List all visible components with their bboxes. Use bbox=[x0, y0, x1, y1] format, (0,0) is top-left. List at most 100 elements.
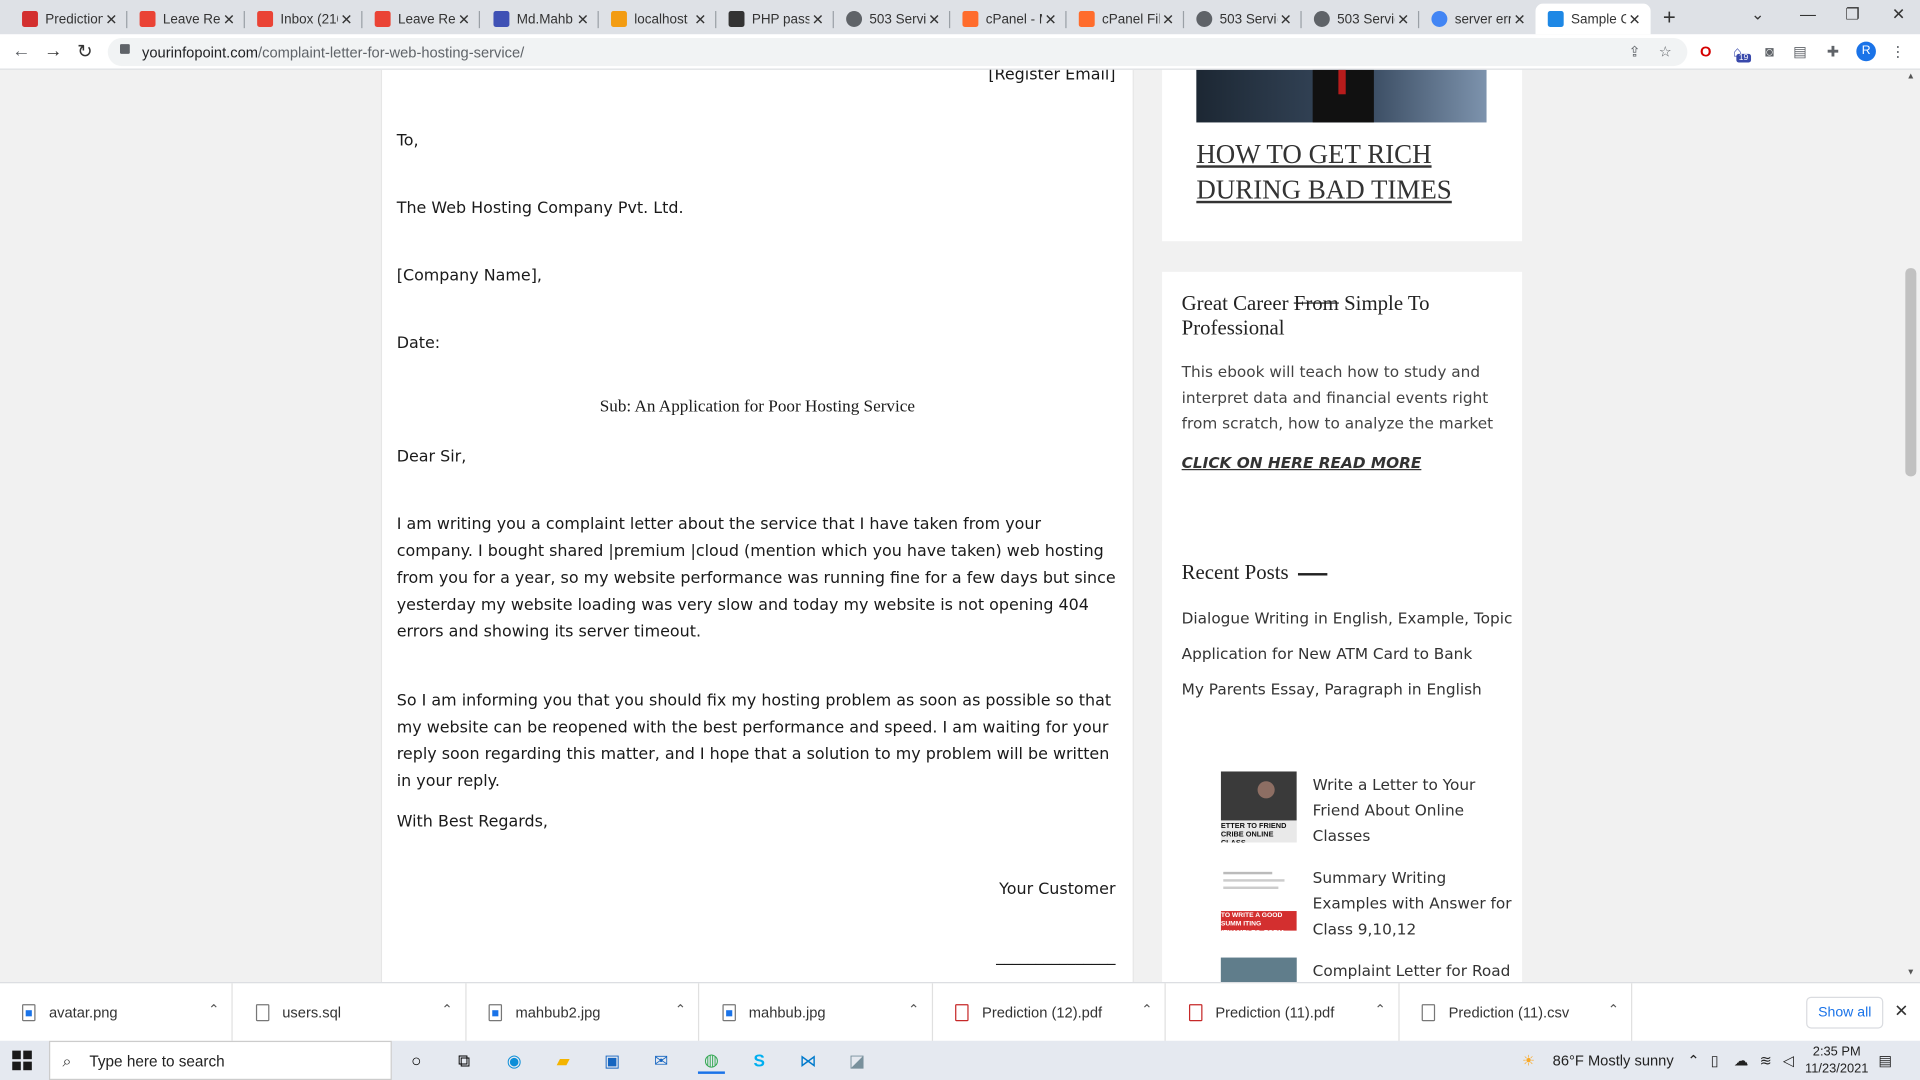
thumbnail-post-title[interactable]: Complaint Letter for Road bbox=[1313, 958, 1515, 982]
letter-to: To, bbox=[396, 132, 419, 151]
browser-tab[interactable]: Prediction ✕ bbox=[10, 4, 128, 35]
browser-tab[interactable]: Leave Req✕ bbox=[362, 4, 481, 35]
weather-text[interactable]: 86°F Mostly sunny bbox=[1553, 1052, 1674, 1069]
generic-app-icon[interactable]: ◪ bbox=[844, 1047, 871, 1074]
browser-tab[interactable]: 503 Servic✕ bbox=[1302, 4, 1420, 35]
tab-search-icon[interactable]: ⌄ bbox=[1751, 5, 1764, 25]
close-tab-icon[interactable]: ✕ bbox=[574, 10, 591, 27]
onedrive-icon[interactable]: ☁ bbox=[1734, 1052, 1749, 1069]
close-tab-icon[interactable]: ✕ bbox=[103, 10, 120, 27]
close-tab-icon[interactable]: ✕ bbox=[1626, 10, 1643, 27]
share-icon[interactable]: ⇪ bbox=[1626, 43, 1643, 60]
scrollbar-thumb[interactable] bbox=[1905, 268, 1917, 477]
close-tab-icon[interactable]: ✕ bbox=[809, 10, 826, 27]
minimize-button[interactable]: — bbox=[1800, 5, 1816, 23]
browser-tab[interactable]: cPanel - M✕ bbox=[950, 4, 1067, 35]
close-tab-icon[interactable]: ✕ bbox=[220, 10, 237, 27]
maximize-button[interactable]: ❐ bbox=[1845, 5, 1859, 25]
download-item[interactable]: users.sql ⌃ bbox=[233, 983, 466, 1043]
back-icon[interactable]: ← bbox=[12, 40, 30, 61]
opera-extension-icon[interactable]: O bbox=[1697, 43, 1714, 60]
chrome-icon[interactable]: ◍ bbox=[697, 1047, 725, 1074]
url-text[interactable]: yourinfopoint.com/complaint-letter-for-w… bbox=[142, 44, 524, 61]
close-tab-icon[interactable]: ✕ bbox=[456, 10, 473, 27]
thumbnail-posts-card: ETTER TO FRIEND CRIBE ONLINE CLASS Write… bbox=[1162, 718, 1523, 983]
close-tab-icon[interactable]: ✕ bbox=[1042, 10, 1059, 27]
browser-tab[interactable]: 503 Servic✕ bbox=[834, 4, 951, 35]
close-downloads-bar-icon[interactable]: ✕ bbox=[1894, 1000, 1908, 1021]
recent-post-link[interactable]: Application for New ATM Card to Bank bbox=[1182, 644, 1473, 662]
browser-tab[interactable]: cPanel File✕ bbox=[1067, 4, 1185, 35]
menu-kebab-icon[interactable]: ⋮ bbox=[1889, 43, 1906, 60]
bookmark-star-icon[interactable]: ☆ bbox=[1657, 43, 1674, 60]
close-tab-icon[interactable]: ✕ bbox=[692, 10, 709, 27]
book-cover-image bbox=[1196, 69, 1487, 123]
reload-icon[interactable]: ↻ bbox=[77, 40, 92, 63]
tray-device-icon[interactable]: ▯ bbox=[1711, 1052, 1719, 1069]
download-options-chevron-icon[interactable]: ⌃ bbox=[1608, 1002, 1619, 1018]
mail-icon[interactable]: ✉ bbox=[648, 1047, 675, 1074]
thumbnail-post[interactable]: ETTER TO FRIEND CRIBE ONLINE CLASS Write… bbox=[1220, 771, 1515, 848]
website-icon bbox=[1547, 11, 1564, 27]
puzzle-extensions-icon[interactable]: ✚ bbox=[1825, 43, 1842, 60]
recent-post-link[interactable]: Dialogue Writing in English, Example, To… bbox=[1182, 609, 1513, 627]
thumbnail-post-title[interactable]: Summary Writing Examples with Answer for… bbox=[1313, 864, 1515, 941]
taskbar-clock[interactable]: 2:35 PM 11/23/2021 bbox=[1800, 1043, 1873, 1077]
download-item[interactable]: avatar.png ⌃ bbox=[0, 983, 233, 1043]
vscode-icon[interactable]: ⋈ bbox=[795, 1047, 822, 1074]
browser-tab[interactable]: Md.Mahb ✕ bbox=[481, 4, 599, 35]
close-tab-icon[interactable]: ✕ bbox=[338, 10, 355, 27]
microsoft-store-icon[interactable]: ▣ bbox=[599, 1047, 626, 1074]
task-view-icon[interactable]: ⧉ bbox=[451, 1047, 478, 1074]
download-options-chevron-icon[interactable]: ⌃ bbox=[441, 1002, 452, 1018]
new-tab-button[interactable]: + bbox=[1663, 5, 1676, 31]
edge-browser-icon[interactable]: ◉ bbox=[501, 1047, 528, 1074]
show-all-downloads-button[interactable]: Show all bbox=[1806, 996, 1884, 1029]
thumbnail-post[interactable]: Complaint Letter for Road bbox=[1220, 957, 1515, 983]
close-tab-icon[interactable]: ✕ bbox=[1511, 10, 1528, 27]
file-explorer-icon[interactable]: ▰ bbox=[550, 1047, 577, 1074]
downloads-bar: Show all ✕ avatar.png ⌃ users.sql ⌃ mahbub2.… bbox=[0, 982, 1920, 1043]
close-tab-icon[interactable]: ✕ bbox=[1277, 10, 1294, 27]
download-item[interactable]: mahbub2.jpg ⌃ bbox=[467, 983, 700, 1043]
download-item[interactable]: Prediction (11).csv ⌃ bbox=[1400, 983, 1633, 1043]
browser-tab[interactable]: 503 Servic✕ bbox=[1184, 4, 1302, 35]
read-more-link[interactable]: CLICK ON HERE READ MORE bbox=[1182, 453, 1422, 471]
browser-tab[interactable]: Inbox (210 ✕ bbox=[245, 4, 363, 35]
page-scrollbar[interactable]: ▲ ▼ bbox=[1901, 69, 1920, 983]
close-tab-icon[interactable]: ✕ bbox=[1395, 10, 1412, 27]
thumbnail-post[interactable]: TO WRITE A GOOD SUMM ITING (EXAMPLES, FO… bbox=[1220, 864, 1515, 941]
clipboard-extension-icon[interactable]: ▤ bbox=[1791, 43, 1808, 60]
close-tab-icon[interactable]: ✕ bbox=[1160, 10, 1177, 27]
browser-tab[interactable]: Leave Req✕ bbox=[127, 4, 245, 35]
download-options-chevron-icon[interactable]: ⌃ bbox=[908, 1002, 919, 1018]
camera-extension-icon[interactable]: ◙ bbox=[1761, 43, 1778, 60]
recent-post-link[interactable]: My Parents Essay, Paragraph in English bbox=[1182, 680, 1482, 698]
browser-tab[interactable]: server err ✕ bbox=[1419, 4, 1535, 35]
download-item[interactable]: Prediction (12).pdf ⌃ bbox=[933, 983, 1166, 1043]
browser-tab[interactable]: PHP pass ✕ bbox=[716, 4, 834, 35]
download-options-chevron-icon[interactable]: ⌃ bbox=[1141, 1002, 1152, 1018]
book-title-link[interactable]: HOW TO GET RICH DURING BAD TIMES bbox=[1196, 136, 1490, 207]
browser-tab[interactable]: Sample C ✕ bbox=[1535, 3, 1651, 35]
forward-icon[interactable]: → bbox=[44, 40, 62, 61]
windows-start-button[interactable] bbox=[12, 1050, 32, 1071]
volume-icon[interactable]: ◁ bbox=[1783, 1052, 1794, 1069]
download-item[interactable]: Prediction (11).pdf ⌃ bbox=[1166, 983, 1399, 1043]
tray-chevron-icon[interactable]: ⌃ bbox=[1687, 1052, 1699, 1069]
skype-icon[interactable]: S bbox=[746, 1047, 773, 1074]
profile-avatar[interactable]: R bbox=[1856, 41, 1876, 62]
download-options-chevron-icon[interactable]: ⌃ bbox=[675, 1002, 686, 1018]
browser-tab[interactable]: localhost ✕ bbox=[599, 4, 717, 35]
download-options-chevron-icon[interactable]: ⌃ bbox=[1375, 1002, 1386, 1018]
download-item[interactable]: mahbub.jpg ⌃ bbox=[700, 983, 933, 1043]
close-window-button[interactable]: ✕ bbox=[1892, 5, 1905, 25]
cortana-icon[interactable]: ○ bbox=[403, 1047, 430, 1074]
taskbar-search-box[interactable]: ⌕ Type here to search bbox=[48, 1040, 392, 1080]
address-bar[interactable]: yourinfopoint.com/complaint-letter-for-w… bbox=[107, 37, 1688, 67]
download-options-chevron-icon[interactable]: ⌃ bbox=[208, 1002, 219, 1018]
wifi-icon[interactable]: ≋ bbox=[1760, 1052, 1772, 1069]
notification-center-icon[interactable]: ▤ bbox=[1878, 1052, 1892, 1069]
thumbnail-post-title[interactable]: Write a Letter to Your Friend About Onli… bbox=[1313, 771, 1515, 848]
close-tab-icon[interactable]: ✕ bbox=[926, 10, 943, 27]
